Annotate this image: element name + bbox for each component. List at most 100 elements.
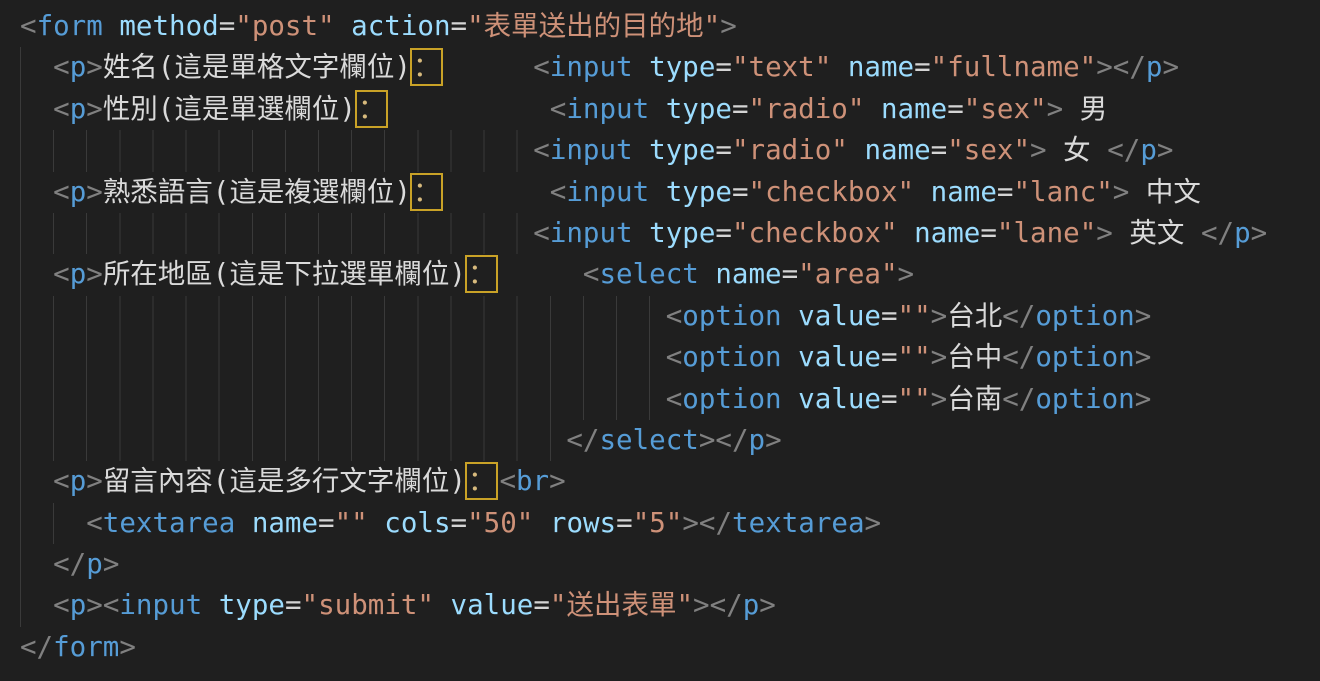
indent-guides <box>20 213 533 254</box>
code-token: </ <box>20 631 53 663</box>
code-token: > <box>898 258 915 290</box>
code-token: "lanc" <box>1013 176 1112 208</box>
code-token: </ <box>1113 51 1146 83</box>
code-token: > <box>682 507 699 539</box>
code-token: = <box>616 507 633 539</box>
code-token: p <box>1140 134 1157 166</box>
code-token: = <box>782 258 799 290</box>
code-token: "lane" <box>997 217 1096 249</box>
code-token: > <box>1113 176 1130 208</box>
code-token: </ <box>715 424 748 456</box>
code-token: < <box>666 383 683 415</box>
code-line[interactable]: <p><input type="submit" value="送出表單"></p… <box>20 585 1320 626</box>
code-token: </ <box>566 424 599 456</box>
code-token: p <box>1234 217 1251 249</box>
code-token: 男 <box>1063 93 1107 125</box>
code-line[interactable]: <input type="checkbox" name="lane"> 英文 <… <box>20 213 1320 254</box>
code-token <box>434 589 451 621</box>
code-token: < <box>53 93 70 125</box>
code-token <box>782 383 799 415</box>
code-token: p <box>70 589 87 621</box>
code-token: p <box>70 176 87 208</box>
code-token: < <box>53 258 70 290</box>
indent-guides <box>20 337 666 378</box>
code-token: < <box>53 589 70 621</box>
code-token: > <box>86 465 103 497</box>
code-token: name <box>931 176 997 208</box>
code-token: < <box>550 176 567 208</box>
code-token: </ <box>699 507 732 539</box>
code-token: type <box>649 51 715 83</box>
code-token <box>898 217 915 249</box>
code-token: input <box>566 93 649 125</box>
code-token: option <box>1035 341 1134 373</box>
code-token: value <box>451 589 534 621</box>
code-token: input <box>566 176 649 208</box>
code-line[interactable]: <p>姓名(這是單格文字欄位)：<input type="text" name=… <box>20 47 1320 88</box>
code-token <box>633 217 650 249</box>
code-token: < <box>666 341 683 373</box>
code-token: input <box>550 134 633 166</box>
highlighted-unicode-char: ： <box>468 258 496 290</box>
code-line[interactable]: <textarea name="" cols="50" rows="5"></t… <box>20 503 1320 544</box>
code-line[interactable]: </select></p> <box>20 420 1320 461</box>
code-token: name <box>881 93 947 125</box>
indent-guides <box>20 461 53 502</box>
code-token: type <box>219 589 285 621</box>
code-token <box>533 507 550 539</box>
code-token: > <box>1135 300 1152 332</box>
code-token: = <box>715 217 732 249</box>
code-token: action <box>351 10 450 42</box>
code-token: > <box>720 10 737 42</box>
code-token: < <box>86 507 103 539</box>
code-token: > <box>549 465 566 497</box>
code-token: 熟悉語言(這是複選欄位) <box>103 176 411 208</box>
code-token: </ <box>53 548 86 580</box>
code-token: = <box>980 217 997 249</box>
code-line[interactable]: <option value="">台中</option> <box>20 337 1320 378</box>
code-token: > <box>1162 51 1179 83</box>
code-token: > <box>1096 51 1113 83</box>
indent-guides <box>20 379 666 420</box>
code-token <box>782 300 799 332</box>
code-token: > <box>1251 217 1268 249</box>
indent-guides <box>20 585 53 626</box>
code-token: > <box>1096 217 1113 249</box>
code-token <box>235 507 252 539</box>
code-line[interactable]: <input type="radio" name="sex"> 女 </p> <box>20 130 1320 171</box>
code-token: < <box>103 589 120 621</box>
indent-guides <box>20 172 53 213</box>
code-token: p <box>743 589 760 621</box>
code-token: > <box>86 176 103 208</box>
code-token: 台南 <box>947 383 1002 415</box>
code-line[interactable]: </p> <box>20 544 1320 585</box>
code-token: "post" <box>235 10 334 42</box>
indent-guides <box>20 544 53 585</box>
code-line[interactable]: <option value="">台北</option> <box>20 296 1320 337</box>
code-token: = <box>997 176 1014 208</box>
code-token: p <box>70 465 87 497</box>
code-token: type <box>666 176 732 208</box>
code-token: p <box>70 93 87 125</box>
code-token: select <box>600 424 699 456</box>
code-line[interactable]: <form method="post" action="表單送出的目的地"> <box>20 6 1320 47</box>
code-token <box>633 134 650 166</box>
code-line[interactable]: </form> <box>20 627 1320 668</box>
code-token: < <box>533 51 550 83</box>
code-token: 留言內容(這是多行文字欄位) <box>103 465 466 497</box>
aligned-code-segment: <select name="area"> <box>583 254 914 295</box>
code-token: > <box>759 589 776 621</box>
code-token: > <box>86 93 103 125</box>
code-token <box>103 10 120 42</box>
code-line[interactable]: <p>熟悉語言(這是複選欄位)：<input type="checkbox" n… <box>20 172 1320 213</box>
code-line[interactable]: <p>性別(這是單選欄位)：<input type="radio" name="… <box>20 89 1320 130</box>
code-line[interactable]: <p>留言內容(這是多行文字欄位)：<br> <box>20 461 1320 502</box>
code-token: > <box>931 300 948 332</box>
indent-guides <box>20 296 666 337</box>
code-token: = <box>715 51 732 83</box>
code-token <box>649 176 666 208</box>
code-line[interactable]: <option value="">台南</option> <box>20 379 1320 420</box>
code-token: < <box>583 258 600 290</box>
editor[interactable]: <form method="post" action="表單送出的目的地"> <… <box>0 0 1320 681</box>
code-line[interactable]: <p>所在地區(這是下拉選單欄位)：<select name="area"> <box>20 254 1320 295</box>
